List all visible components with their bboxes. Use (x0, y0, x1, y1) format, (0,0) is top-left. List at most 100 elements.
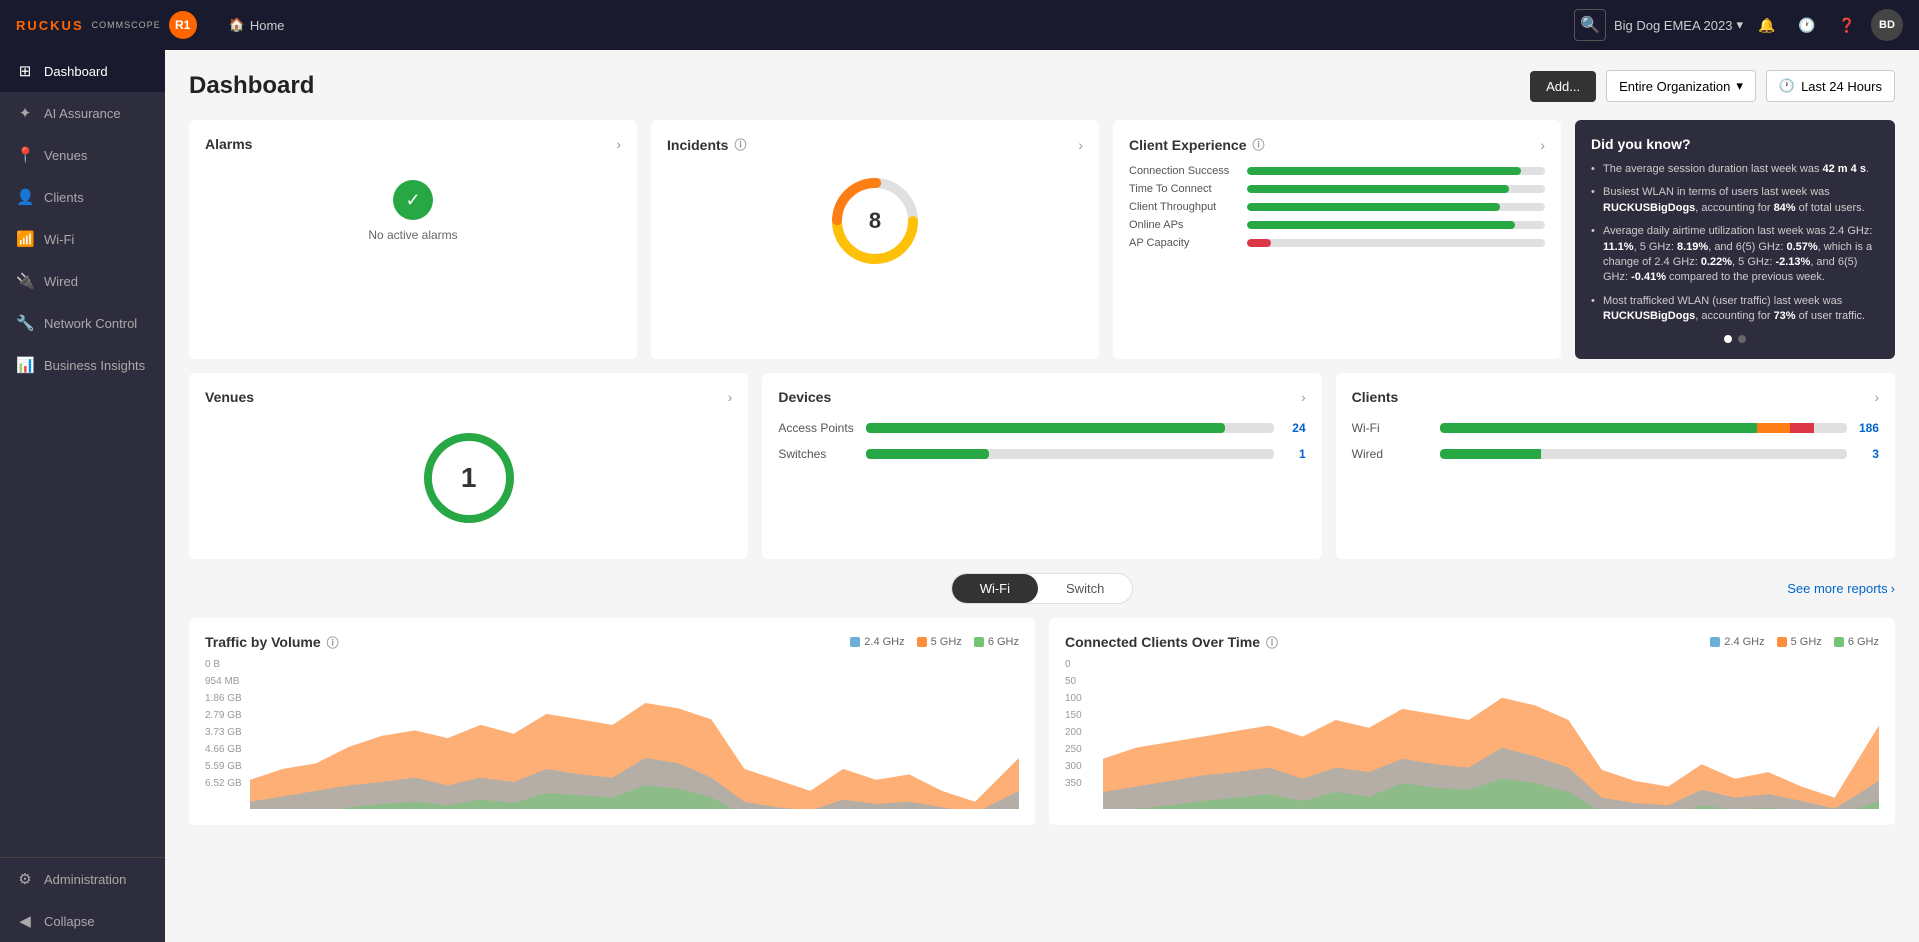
devices-label-switches: Switches (778, 447, 858, 461)
clients-wifi-gray (1814, 423, 1847, 433)
sidebar-item-ai-assurance[interactable]: ✦ AI Assurance (0, 92, 165, 134)
sidebar-item-wifi[interactable]: 📶 Wi-Fi (0, 218, 165, 260)
y-4: 2.79 GB (205, 710, 249, 721)
sidebar-item-business-insights[interactable]: 📊 Business Insights (0, 344, 165, 386)
see-more-label: See more reports (1787, 581, 1887, 596)
clients-wired-gray (1541, 449, 1847, 459)
devices-arrow[interactable]: › (1301, 389, 1306, 405)
sidebar-item-administration[interactable]: ⚙ Administration (0, 858, 165, 900)
clients-card-header: Clients › (1352, 389, 1879, 405)
clock-button[interactable]: 🕐 (1791, 9, 1823, 41)
help-button[interactable]: ❓ (1831, 9, 1863, 41)
clients-label-5ghz: 5 GHz (1791, 636, 1822, 648)
sidebar-label-venues: Venues (44, 148, 87, 163)
traffic-chart-header: Traffic by Volume ⓘ 2.4 GHz 5 GHz (205, 634, 1019, 651)
clients-legend-5ghz: 5 GHz (1777, 636, 1822, 648)
sidebar-label-wifi: Wi-Fi (44, 232, 74, 247)
sidebar-item-wired[interactable]: 🔌 Wired (0, 260, 165, 302)
clients-label-2ghz: 2.4 GHz (1724, 636, 1764, 648)
dyk-item-3: Average daily airtime utilization last w… (1591, 224, 1879, 286)
cy-0: 350 (1065, 778, 1100, 789)
ce-label-throughput: Client Throughput (1129, 201, 1239, 213)
ce-bar-throughput (1247, 203, 1500, 211)
org-selector[interactable]: Entire Organization ▾ (1606, 70, 1756, 102)
dyk-dot-1[interactable] (1724, 335, 1732, 343)
sidebar-item-network-control[interactable]: 🔧 Network Control (0, 302, 165, 344)
alarms-arrow[interactable]: › (616, 136, 621, 152)
devices-bar-bg-switches (866, 449, 1273, 459)
clients-wifi-red (1790, 423, 1814, 433)
clock-icon-small: 🕐 (1779, 78, 1795, 94)
ce-bar-connection-success (1247, 167, 1521, 175)
second-cards-grid: Venues › 1 Devices › Access Points (189, 373, 1895, 559)
ce-label-connection-success: Connection Success (1129, 165, 1239, 177)
clients-arrow[interactable]: › (1874, 389, 1879, 405)
user-avatar[interactable]: BD (1871, 9, 1903, 41)
ce-bar-ap-capacity (1247, 239, 1271, 247)
y-7: 0 B (205, 659, 249, 670)
search-button[interactable]: 🔍 (1574, 9, 1606, 41)
clients-wired-green (1440, 449, 1542, 459)
toggle-wifi[interactable]: Wi-Fi (952, 574, 1038, 603)
clients-svg (1103, 659, 1879, 809)
dyk-item-1: The average session duration last week w… (1591, 162, 1879, 177)
notifications-button[interactable]: 🔔 (1751, 9, 1783, 41)
business-insights-icon: 📊 (16, 356, 34, 374)
traffic-chart-title: Traffic by Volume ⓘ (205, 634, 339, 651)
venues-arrow[interactable]: › (728, 389, 733, 405)
clients-count-wired: 3 (1855, 447, 1879, 461)
venues-card: Venues › 1 (189, 373, 748, 559)
dashboard-icon: ⊞ (16, 62, 34, 80)
devices-title: Devices (778, 389, 831, 405)
incidents-arrow[interactable]: › (1078, 137, 1083, 153)
time-selector[interactable]: 🕐 Last 24 Hours (1766, 70, 1895, 102)
sidebar-label-wired: Wired (44, 274, 78, 289)
dyk-dot-2[interactable] (1738, 335, 1746, 343)
incidents-info-icon: ⓘ (734, 136, 746, 153)
y-6: 954 MB (205, 676, 249, 687)
sidebar-label-collapse: Collapse (44, 914, 95, 929)
venues-count-circle: 1 (424, 433, 514, 523)
dyk-pagination (1591, 335, 1879, 343)
main-layout: ⊞ Dashboard ✦ AI Assurance 📍 Venues 👤 Cl… (0, 50, 1919, 942)
sidebar-label-dashboard: Dashboard (44, 64, 108, 79)
collapse-icon: ◀ (16, 912, 34, 930)
ce-content: Connection Success Time To Connect Clien… (1129, 161, 1545, 249)
clients-dot-2ghz (1710, 637, 1720, 647)
devices-card-header: Devices › (778, 389, 1305, 405)
traffic-legend-6ghz: 6 GHz (974, 636, 1019, 648)
devices-count-ap: 24 (1282, 421, 1306, 435)
clients-legend-2ghz: 2.4 GHz (1710, 636, 1764, 648)
clients-chart-header: Connected Clients Over Time ⓘ 2.4 GHz 5 … (1065, 634, 1879, 651)
clients-chart-area: 350 300 250 200 150 100 50 0 (1065, 659, 1879, 809)
incidents-donut: 8 (825, 171, 925, 271)
clients-info-icon: ⓘ (1266, 634, 1278, 651)
cy-7: 0 (1065, 659, 1100, 670)
home-icon: 🏠 (229, 17, 245, 33)
commscope-text: COMMSCOPE (92, 20, 161, 30)
clients-bar-wired (1440, 449, 1847, 459)
see-more-reports[interactable]: See more reports › (1787, 581, 1895, 596)
home-nav-item[interactable]: 🏠 Home (229, 17, 285, 33)
clients-row-wired: Wired 3 (1352, 447, 1879, 461)
alarms-card-header: Alarms › (205, 136, 621, 152)
toggle-switch[interactable]: Switch (1038, 574, 1132, 603)
add-button[interactable]: Add... (1530, 71, 1596, 102)
sidebar-item-venues[interactable]: 📍 Venues (0, 134, 165, 176)
sidebar-item-dashboard[interactable]: ⊞ Dashboard (0, 50, 165, 92)
ce-bar-bg-throughput (1247, 203, 1545, 211)
alarms-title: Alarms (205, 136, 252, 152)
logo-area: RUCKUS COMMSCOPE R1 (16, 11, 197, 39)
ce-bar-bg-time-to-connect (1247, 185, 1545, 193)
devices-count-switches: 1 (1282, 447, 1306, 461)
clients-bar-bg-wired (1440, 449, 1847, 459)
ce-arrow[interactable]: › (1540, 137, 1545, 153)
sidebar-item-clients[interactable]: 👤 Clients (0, 176, 165, 218)
sidebar-item-collapse[interactable]: ◀ Collapse (0, 900, 165, 942)
y-2: 4.66 GB (205, 744, 249, 755)
wifi-switch-toggle: Wi-Fi Switch (951, 573, 1134, 604)
administration-icon: ⚙ (16, 870, 34, 888)
ce-label-online-aps: Online APs (1129, 219, 1239, 231)
tenant-selector[interactable]: Big Dog EMEA 2023 ▾ (1614, 17, 1743, 33)
clients-row-wifi: Wi-Fi 186 (1352, 421, 1879, 435)
